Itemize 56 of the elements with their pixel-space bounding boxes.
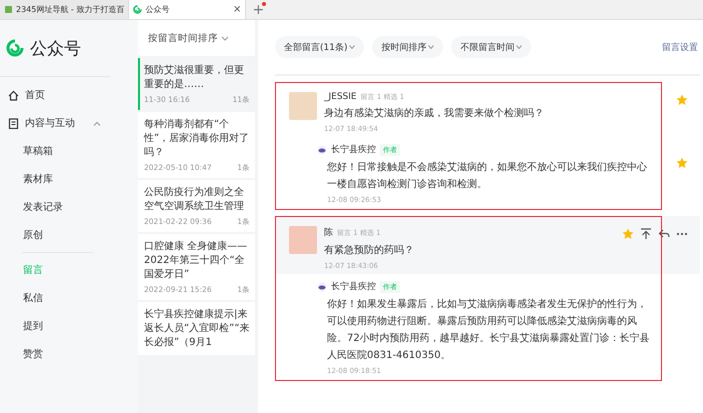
nav-item[interactable]: 原创	[0, 221, 138, 249]
logo-text: 公众号	[30, 38, 81, 60]
avatar	[289, 226, 317, 254]
author-name: _JESSIE	[324, 92, 357, 102]
author-name: 长宁县疾控	[331, 144, 376, 156]
browser-tab[interactable]: 2345网址导航 - 致力于打造百	[0, 0, 130, 19]
avatar	[289, 92, 317, 120]
pin-to-top-button[interactable]	[640, 228, 652, 240]
star-button[interactable]	[676, 94, 688, 106]
new-tab-button[interactable]: +	[246, 0, 270, 19]
comment-text: 身边有感染艾滋病的亲戚，我需要来做个检测吗？	[324, 106, 545, 121]
chevron-down-icon	[428, 45, 434, 49]
nav-item[interactable]: 内容与互动	[0, 109, 138, 137]
article-title: 口腔健康 全身健康——2022年第三十四个“全国爱牙日”	[144, 240, 248, 282]
nav-item[interactable]: 私信	[0, 284, 138, 312]
article-title: 公民防疫行为准则之全空气空调系统卫生管理	[144, 186, 245, 214]
logo-icon	[133, 5, 142, 14]
chevron-down-icon	[349, 45, 356, 49]
comment-text: 有紧急预防的药吗？	[324, 244, 415, 258]
nav-item[interactable]: 赞赏	[0, 340, 138, 368]
org-logo-icon	[317, 282, 327, 292]
nav-item[interactable]: 素材库	[0, 165, 138, 193]
filter-dropdown[interactable]: 不限留言时间	[451, 36, 532, 58]
nav-item[interactable]: 首页	[0, 81, 138, 109]
star-button[interactable]	[676, 157, 688, 169]
filter-dropdown[interactable]: 按时间排序	[372, 36, 444, 58]
nav-item[interactable]: 草稿箱	[0, 137, 138, 165]
pin-to-top-icon	[640, 228, 652, 240]
reply-text: 你好！如果发生暴露后，比如与艾滋病病毒感染者发生无保护的性行为，可以使用药物进行阻断。暴露后预防用药可以降低感染艾滋病病毒的风险。72小时内预防用药，越早越好。长宁县艾滋病暴露处置门诊：长宁县人民医院0831-4610350。	[326, 298, 651, 363]
reply-icon	[658, 228, 670, 240]
nav-item[interactable]: 提到	[0, 312, 138, 340]
reply-text: 您好！日常接触是不会感染艾滋病的，如果您不放心可以来我们疾控中心一楼自愿咨询检测门诊咨询和检测。	[326, 160, 648, 192]
chevron-down-icon	[221, 36, 229, 40]
reply-button[interactable]	[658, 228, 670, 240]
star-icon	[622, 228, 634, 240]
document-icon	[8, 118, 19, 128]
article-item[interactable]: 长宁县疾控健康提示|来返长人员“入宜即检”“来长必报”（9月1	[138, 302, 255, 355]
author-name: 陈	[324, 226, 333, 239]
page-icon	[4, 5, 13, 14]
author-name: 长宁县疾控	[331, 280, 376, 293]
star-button[interactable]	[622, 228, 634, 240]
article-title: 长宁县疾控健康提示|来返长人员“入宜即检”“来长必报”（9月1	[144, 308, 250, 350]
article-title: 每种消毒剂都有“个性”，居家消毒你用对了吗？	[144, 118, 250, 160]
star-icon	[676, 94, 688, 106]
home-icon	[8, 90, 19, 100]
article-title: 预防艾滋很重要，但更重要的是……	[144, 64, 245, 92]
browser-tab[interactable]: 公众号 ×	[129, 0, 246, 19]
logo-icon	[6, 39, 24, 57]
sort-dropdown[interactable]: 按留言时间排序	[138, 20, 255, 56]
org-logo-icon	[317, 144, 327, 154]
star-icon	[676, 157, 688, 169]
settings-link[interactable]: 留言设置	[662, 40, 698, 54]
chevron-down-icon	[516, 45, 522, 49]
close-button[interactable]: ×	[232, 4, 242, 15]
nav-item[interactable]: 发表记录	[0, 193, 138, 221]
filter-dropdown[interactable]: 全部留言(11条)	[275, 36, 364, 58]
